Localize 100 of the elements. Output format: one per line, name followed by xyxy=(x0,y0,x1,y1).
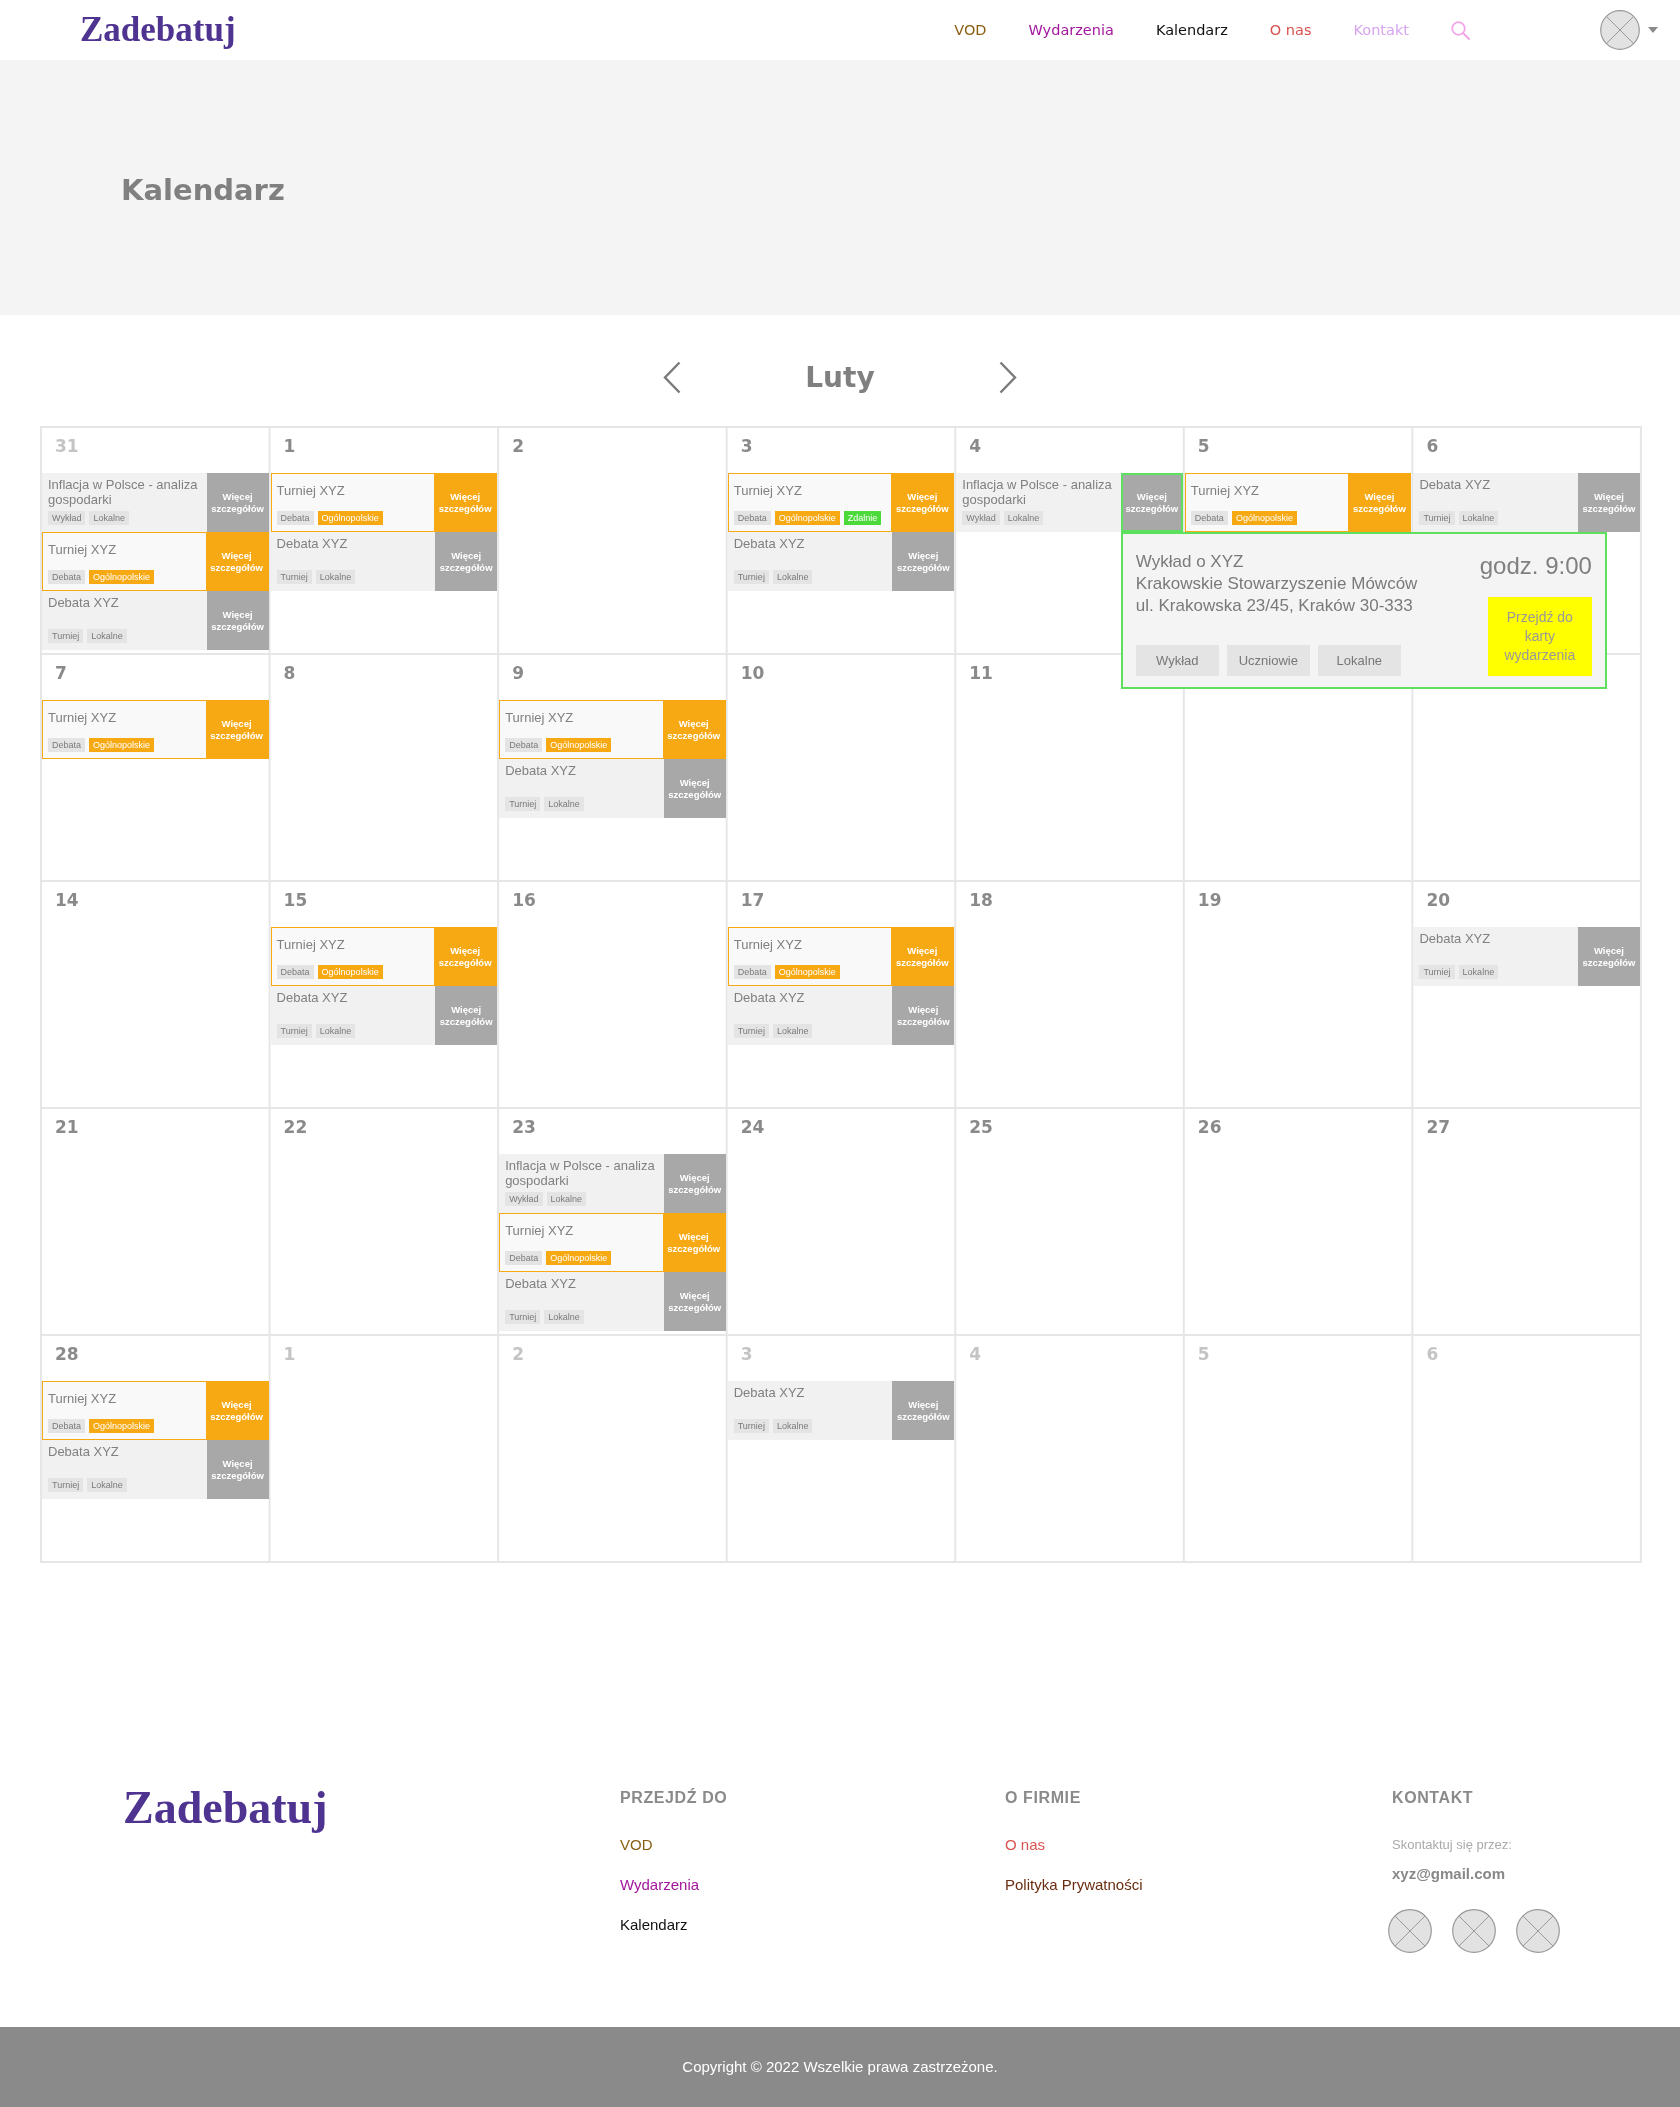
avatar-placeholder-icon[interactable] xyxy=(1600,10,1640,50)
event-tag: Turniej xyxy=(505,1310,541,1324)
event-tag: Debata xyxy=(276,511,314,525)
event-tag: Lokalne xyxy=(544,797,584,811)
day-number: 18 xyxy=(969,889,993,911)
details-button[interactable]: Więcej szczegółów xyxy=(662,701,725,758)
event-title: Debata XYZ xyxy=(733,1385,805,1400)
day-number: 4 xyxy=(969,1343,982,1365)
details-button[interactable]: Więcej szczegółów xyxy=(1348,474,1411,531)
event-title: Debata XYZ xyxy=(276,536,348,551)
event-tag: Turniej xyxy=(733,1419,769,1433)
details-button[interactable]: Więcej szczegółów xyxy=(205,533,268,590)
footer-link[interactable]: Polityka Prywatności xyxy=(1005,1875,1143,1895)
event-tag: Debata xyxy=(276,965,314,979)
event-tag: Wykład xyxy=(48,511,86,525)
event-tag: Ogólnopolskie xyxy=(89,738,155,752)
event-name: Wykład o XYZ xyxy=(1135,551,1244,573)
details-button[interactable]: Więcej szczegółów xyxy=(1120,473,1183,532)
day-number: 27 xyxy=(1426,1116,1451,1138)
day-number: 25 xyxy=(969,1116,993,1138)
footer-link[interactable]: O nas xyxy=(1005,1835,1046,1855)
details-button[interactable]: Więcej szczegółów xyxy=(663,1154,726,1213)
event-tag: Ogólnopolskie xyxy=(546,738,612,752)
event-tag: Debata xyxy=(733,511,771,525)
footer-link[interactable]: Wydarzenia xyxy=(620,1875,700,1895)
details-button[interactable]: Więcej szczegółów xyxy=(663,1272,726,1331)
event-tag: Debata xyxy=(48,738,86,752)
details-button[interactable]: Więcej szczegółów xyxy=(434,928,497,985)
chevron-right-icon[interactable] xyxy=(998,361,1017,394)
event-title: Inflacja w Polsce - analiza gospodarki xyxy=(962,477,1113,507)
details-button[interactable]: Więcej szczegółów xyxy=(892,532,955,591)
footer-link[interactable]: VOD xyxy=(620,1835,653,1855)
caret-icon[interactable] xyxy=(1648,27,1658,33)
event-title: Debata XYZ xyxy=(733,990,805,1005)
event-tag: Ogólnopolskie xyxy=(89,570,155,584)
details-button[interactable]: Więcej szczegółów xyxy=(892,1381,955,1440)
event-tag: Debata xyxy=(733,965,771,979)
details-button[interactable]: Więcej szczegółów xyxy=(663,759,726,818)
nav-link[interactable]: O nas xyxy=(1269,20,1312,40)
details-button[interactable]: Więcej szczegółów xyxy=(434,474,497,531)
email-link[interactable]: xyz@gmail.com xyxy=(1392,1864,1505,1884)
details-button[interactable]: Więcej szczegółów xyxy=(1578,927,1640,986)
event-title: Turniej XYZ xyxy=(276,936,345,952)
event-title: Turniej XYZ xyxy=(505,1222,574,1238)
nav-link[interactable]: Kalendarz xyxy=(1155,20,1228,40)
event-title: Turniej XYZ xyxy=(733,482,802,498)
details-button[interactable]: Więcej szczegółów xyxy=(891,474,954,531)
day-number: 6 xyxy=(1426,1343,1439,1365)
event-tag: Zdalnie xyxy=(843,511,882,525)
site-logo[interactable]: Zadebatuj xyxy=(80,10,236,50)
day-number: 6 xyxy=(1426,435,1439,457)
details-button[interactable]: Więcej szczegółów xyxy=(205,1382,268,1439)
footer-heading: PRZEJDŹ DO xyxy=(620,1787,728,1808)
day-number: 19 xyxy=(1197,889,1222,911)
day-number: 1 xyxy=(283,1343,296,1365)
event-tag: Turniej xyxy=(276,570,312,584)
event-title: Debata XYZ xyxy=(505,1276,576,1291)
details-button[interactable]: Więcej szczegółów xyxy=(892,986,955,1045)
chevron-left-icon[interactable] xyxy=(663,361,682,394)
day-number: 5 xyxy=(1197,1343,1210,1365)
event-page-button[interactable]: Przejdź do karty wydarzenia xyxy=(1487,597,1592,676)
details-button[interactable]: Więcej szczegółów xyxy=(891,928,954,985)
footer-logo[interactable]: Zadebatuj xyxy=(123,1785,328,1831)
crossed-circle-icon[interactable] xyxy=(1516,1909,1560,1953)
event-title: Inflacja w Polsce - analiza gospodarki xyxy=(505,1158,656,1188)
crossed-circle-icon[interactable] xyxy=(1452,1909,1496,1953)
event-tag: Turniej xyxy=(276,1024,312,1038)
event-tag: Turniej xyxy=(733,1024,769,1038)
event-title: Inflacja w Polsce - analiza gospodarki xyxy=(48,477,199,507)
event-tag: Ogólnopolskie xyxy=(546,1251,612,1265)
footer-link[interactable]: Kalendarz xyxy=(620,1915,688,1935)
event-tag: Lokalne xyxy=(89,511,129,525)
details-button[interactable]: Więcej szczegółów xyxy=(205,701,268,758)
event-title: Turniej XYZ xyxy=(48,1390,117,1406)
details-button[interactable]: Więcej szczegółów xyxy=(435,532,498,591)
nav-link[interactable]: VOD xyxy=(954,20,987,40)
day-number: 17 xyxy=(740,889,765,911)
event-tag: Wykład xyxy=(962,511,1000,525)
event-tag: Ogólnopolskie xyxy=(317,511,383,525)
event-title: Debata XYZ xyxy=(1419,931,1491,946)
details-button[interactable]: Więcej szczegółów xyxy=(206,1440,269,1499)
details-button[interactable]: Więcej szczegółów xyxy=(206,473,269,532)
event-tag-chip: Wykład xyxy=(1135,645,1219,676)
search-icon[interactable] xyxy=(1451,20,1470,40)
details-button[interactable]: Więcej szczegółów xyxy=(662,1214,725,1271)
details-button[interactable]: Więcej szczegółów xyxy=(1578,473,1640,532)
details-button[interactable]: Więcej szczegółów xyxy=(435,986,498,1045)
event-tag: Lokalne xyxy=(544,1310,584,1324)
details-button[interactable]: Więcej szczegółów xyxy=(206,591,269,650)
footer-heading: O FIRMIE xyxy=(1005,1788,1081,1808)
day-number: 15 xyxy=(283,889,308,911)
event-tag: Ogólnopolskie xyxy=(89,1419,155,1433)
page-title: Kalendarz xyxy=(121,172,285,209)
nav-link[interactable]: Wydarzenia xyxy=(1028,20,1114,40)
event-tag: Ogólnopolskie xyxy=(317,965,383,979)
crossed-circle-icon[interactable] xyxy=(1388,1909,1432,1953)
event-tag: Turniej xyxy=(48,629,84,643)
event-tag: Turniej xyxy=(505,797,541,811)
day-number: 24 xyxy=(740,1116,765,1138)
nav-link[interactable]: Kontakt xyxy=(1353,20,1409,40)
